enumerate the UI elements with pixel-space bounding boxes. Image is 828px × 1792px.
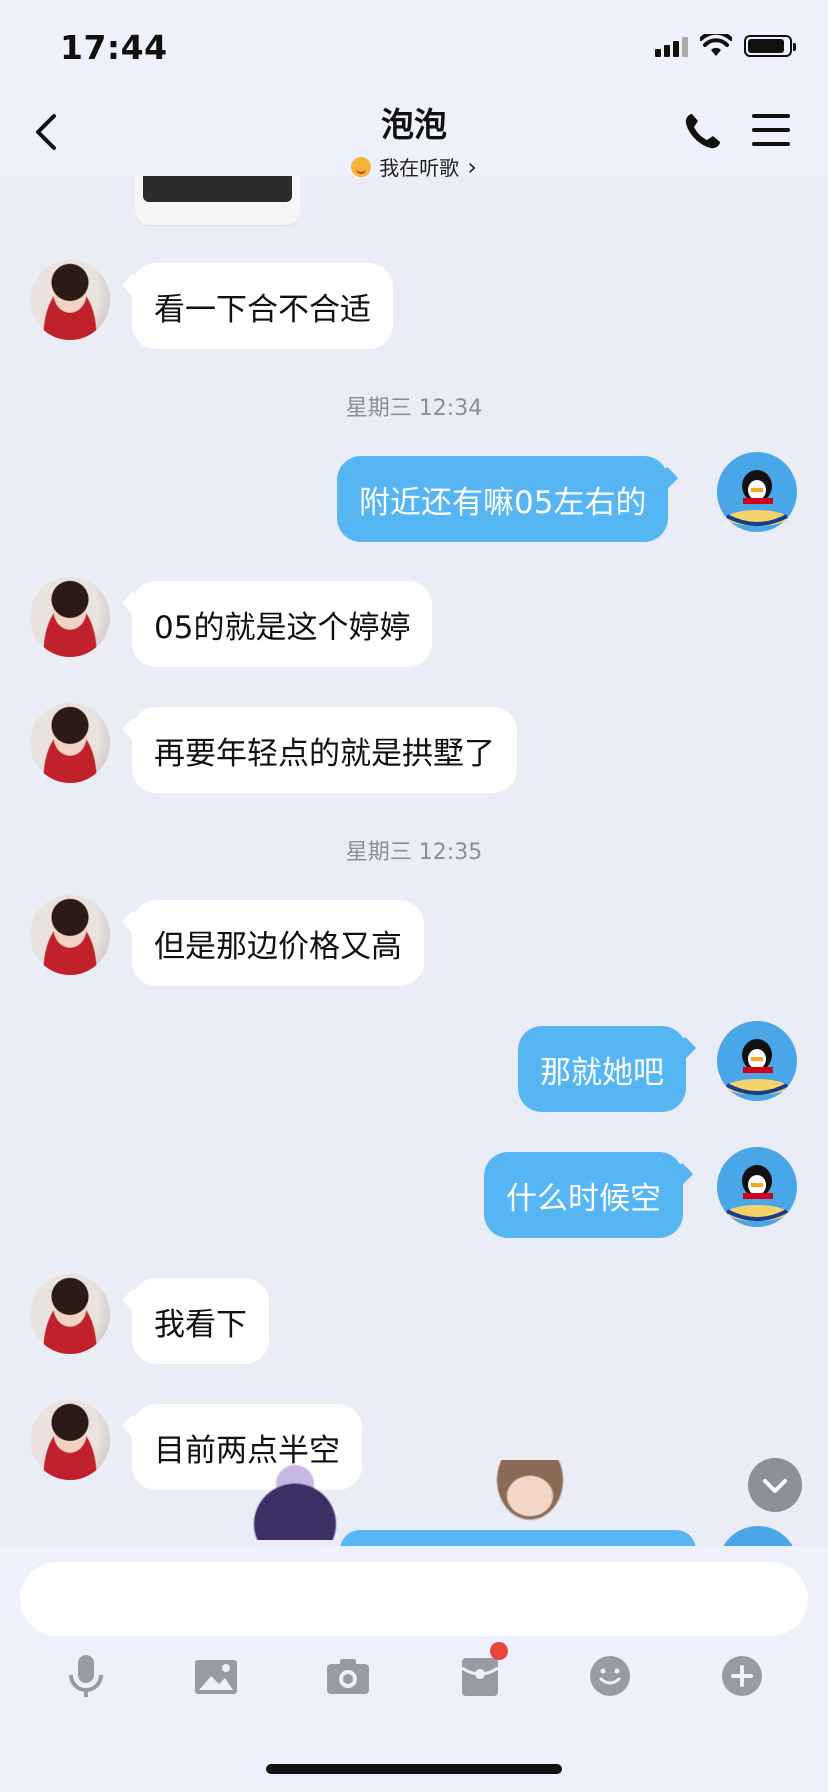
more-button[interactable] — [714, 1648, 770, 1704]
contact-avatar[interactable] — [30, 1274, 110, 1354]
emoji-button[interactable] — [582, 1648, 638, 1704]
contact-avatar[interactable] — [30, 260, 110, 340]
notification-badge — [490, 1642, 508, 1660]
listening-status[interactable]: 我在听歌 › — [351, 152, 477, 181]
contact-avatar[interactable] — [30, 895, 110, 975]
message-input[interactable] — [20, 1562, 808, 1636]
battery-icon — [744, 35, 796, 57]
red-packet-button[interactable] — [452, 1642, 508, 1704]
microphone-icon — [69, 1655, 103, 1697]
anime-boy-sticker-decoration — [480, 1460, 580, 1540]
menu-button[interactable] — [752, 114, 790, 148]
outgoing-message[interactable]: 附近还有嘛05左右的 — [337, 456, 669, 542]
user-avatar[interactable] — [717, 452, 797, 532]
home-indicator[interactable] — [266, 1764, 562, 1774]
status-bar: 17:44 — [0, 0, 828, 100]
penguin-icon — [726, 1039, 788, 1095]
chevron-down-icon — [763, 1479, 787, 1493]
contact-avatar[interactable] — [30, 577, 110, 657]
red-packet-icon — [461, 1658, 499, 1696]
penguin-icon — [726, 470, 788, 526]
image-icon — [195, 1660, 237, 1694]
user-avatar[interactable] — [717, 1021, 797, 1101]
voice-button[interactable] — [58, 1648, 114, 1704]
user-avatar[interactable] — [717, 1147, 797, 1227]
incoming-message[interactable]: 但是那边价格又高 — [132, 900, 424, 986]
smile-emoji-icon — [351, 156, 372, 177]
status-text: 我在听歌 — [379, 156, 460, 180]
wifi-icon — [700, 34, 732, 56]
photo-album-button[interactable] — [188, 1648, 244, 1704]
contact-avatar[interactable] — [30, 1400, 110, 1480]
camera-button[interactable] — [320, 1648, 376, 1704]
menu-icon — [752, 114, 790, 118]
camera-icon — [327, 1659, 369, 1694]
anime-girl-sticker-decoration — [230, 1460, 360, 1540]
emoji-icon — [590, 1656, 630, 1696]
incoming-message[interactable]: 我看下 — [132, 1278, 269, 1364]
input-toolbar — [0, 1642, 828, 1708]
scroll-to-bottom-button[interactable] — [748, 1458, 802, 1512]
status-icons — [655, 34, 796, 58]
chevron-right-icon: › — [467, 152, 477, 181]
incoming-message[interactable]: 05的就是这个婷婷 — [132, 581, 433, 667]
contact-avatar[interactable] — [30, 703, 110, 783]
phone-icon — [685, 114, 720, 149]
call-button[interactable] — [680, 110, 724, 154]
chat-header: 17:44 泡泡 我在听歌 › — [0, 0, 828, 181]
outgoing-message[interactable]: 那就她吧 — [518, 1026, 686, 1112]
outgoing-message[interactable]: 什么时候空 — [484, 1152, 683, 1238]
timestamp: 星期三 12:35 — [345, 840, 483, 865]
status-time: 17:44 — [60, 28, 168, 67]
plus-icon — [722, 1656, 762, 1696]
cellular-signal-icon — [655, 35, 688, 57]
penguin-icon — [726, 1165, 788, 1221]
incoming-message[interactable]: 看一下合不合适 — [132, 263, 393, 349]
incoming-message[interactable]: 再要年轻点的就是拱墅了 — [132, 707, 517, 793]
timestamp: 星期三 12:34 — [345, 396, 483, 421]
